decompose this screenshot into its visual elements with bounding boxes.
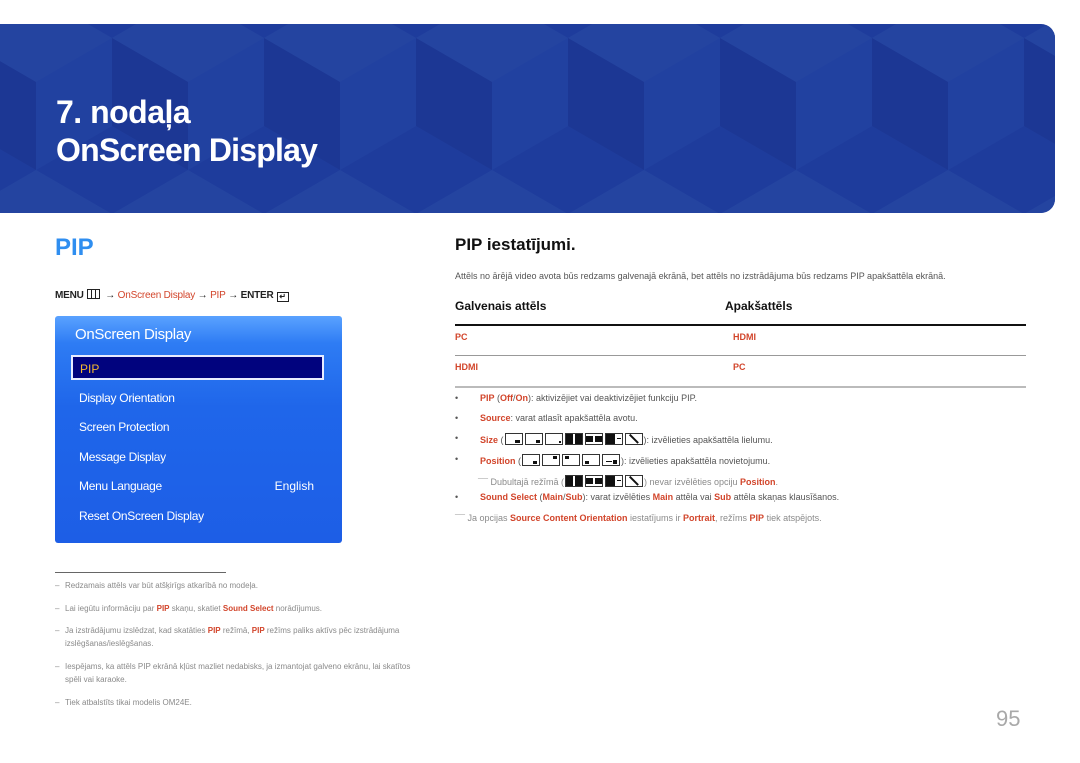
page-number: 95 bbox=[996, 706, 1021, 731]
table-row-rule bbox=[455, 355, 1026, 356]
bullet-source: • Source: varat atlasīt apakšattēla avot… bbox=[455, 413, 638, 423]
osd-item-display-orientation[interactable]: Display Orientation bbox=[79, 391, 175, 405]
note-text: Lai iegūtu informāciju par PIP skaņu, sk… bbox=[65, 604, 323, 613]
pos-custom-icon bbox=[602, 454, 620, 466]
pos-bottom-right-icon bbox=[522, 454, 540, 466]
osd-menu-language-value: English bbox=[274, 479, 314, 493]
note-dash: – bbox=[55, 581, 60, 590]
note: – Ja izstrādājumu izslēdzat, kad skatāti… bbox=[55, 624, 425, 650]
osd-menu-title: OnScreen Display bbox=[75, 326, 192, 343]
chapter-banner: 7. nodaļa OnScreen Display bbox=[0, 24, 1055, 213]
settings-description: Attēls no ārējā video avota būs redzams … bbox=[455, 271, 946, 281]
menu-path-osd: OnScreen Display bbox=[117, 290, 196, 301]
split-wide-icon bbox=[584, 433, 603, 445]
arrow: → bbox=[197, 290, 208, 301]
table-top-rule bbox=[455, 324, 1026, 326]
notes-divider bbox=[55, 572, 226, 573]
table-bottom-rule bbox=[455, 386, 1026, 388]
osd-menu-panel: OnScreen Display PIP Display Orientation… bbox=[55, 316, 342, 543]
note-dash: – bbox=[55, 698, 60, 707]
note-text: Ja izstrādājumu izslēdzat, kad skatāties… bbox=[65, 626, 400, 648]
split-diagonal-icon bbox=[624, 475, 643, 487]
pip-medium-icon bbox=[524, 433, 543, 445]
note-dash: – bbox=[55, 604, 60, 613]
menu-icon bbox=[86, 289, 100, 299]
note-dash: – bbox=[55, 626, 60, 635]
osd-item-reset[interactable]: Reset OnScreen Display bbox=[79, 509, 204, 523]
osd-item-screen-protection[interactable]: Screen Protection bbox=[79, 420, 170, 434]
pos-bottom-left-icon bbox=[582, 454, 600, 466]
split-diagonal-icon bbox=[624, 433, 643, 445]
bullet-sound-select: • Sound Select (Main/Sub): varat izvēlēt… bbox=[455, 492, 840, 502]
bullet-size: • Size (): izvēlieties apakšattēla lielu… bbox=[455, 433, 773, 445]
split-main-sub-icon bbox=[604, 475, 623, 487]
enter-icon: ↵ bbox=[276, 292, 289, 302]
chapter-title: OnScreen Display bbox=[56, 132, 318, 168]
pip-small-icon bbox=[504, 433, 523, 445]
menu-path: MENU → OnScreen Display → PIP → ENTER ↵ bbox=[55, 289, 289, 302]
table-cell: PC bbox=[733, 362, 746, 372]
split-equal-icon bbox=[564, 433, 583, 445]
table-cell: HDMI bbox=[455, 362, 478, 372]
table-cell: PC bbox=[455, 332, 468, 342]
chapter-number: 7. nodaļa bbox=[56, 94, 191, 130]
pip-large-icon bbox=[544, 433, 563, 445]
menu-label: MENU bbox=[55, 290, 84, 301]
settings-title: PIP iestatījumi. bbox=[455, 235, 576, 254]
pos-top-right-icon bbox=[542, 454, 560, 466]
osd-item-menu-language[interactable]: Menu Language bbox=[79, 479, 162, 493]
note-text: Tiek atbalstīts tikai modelis OM24E. bbox=[65, 698, 192, 707]
split-main-sub-icon bbox=[604, 433, 623, 445]
note-text: Iespējams, ka attēls PIP ekrānā kļūst ma… bbox=[65, 662, 411, 684]
bullet-pip: • PIP (Off/On): aktivizējiet vai deaktiv… bbox=[455, 393, 697, 403]
table-cell: HDMI bbox=[733, 332, 756, 342]
note-dash: – bbox=[55, 662, 60, 671]
section-heading: PIP bbox=[55, 234, 94, 261]
split-wide-icon bbox=[584, 475, 603, 487]
dual-mode-note: ¯¯ Dubultajā režīmā () nevar izvēlēties … bbox=[478, 475, 779, 487]
menu-path-pip: PIP bbox=[210, 290, 226, 301]
note: – Lai iegūtu informāciju par PIP skaņu, … bbox=[55, 602, 425, 615]
note: – Redzamais attēls var būt atšķirīgs atk… bbox=[55, 579, 425, 592]
arrow: → bbox=[105, 290, 116, 301]
bullet-position: • Position (): izvēlieties apakšattēla n… bbox=[455, 454, 771, 466]
note-text: Redzamais attēls var būt atšķirīgs atkar… bbox=[65, 581, 258, 590]
enter-label: ENTER bbox=[240, 290, 274, 301]
osd-item-pip[interactable]: PIP bbox=[71, 355, 324, 380]
split-equal-icon bbox=[564, 475, 583, 487]
osd-item-message-display[interactable]: Message Display bbox=[79, 450, 166, 464]
pos-top-left-icon bbox=[562, 454, 580, 466]
note: – Tiek atbalstīts tikai modelis OM24E. bbox=[55, 696, 425, 709]
note: – Iespējams, ka attēls PIP ekrānā kļūst … bbox=[55, 660, 425, 686]
orientation-footnote: ¯¯ Ja opcijas Source Content Orientation… bbox=[455, 513, 822, 523]
osd-item-label: PIP bbox=[80, 362, 100, 376]
table-header-main: Galvenais attēls bbox=[455, 299, 547, 313]
table-header-sub: Apakšattēls bbox=[725, 299, 793, 313]
arrow: → bbox=[228, 290, 238, 301]
